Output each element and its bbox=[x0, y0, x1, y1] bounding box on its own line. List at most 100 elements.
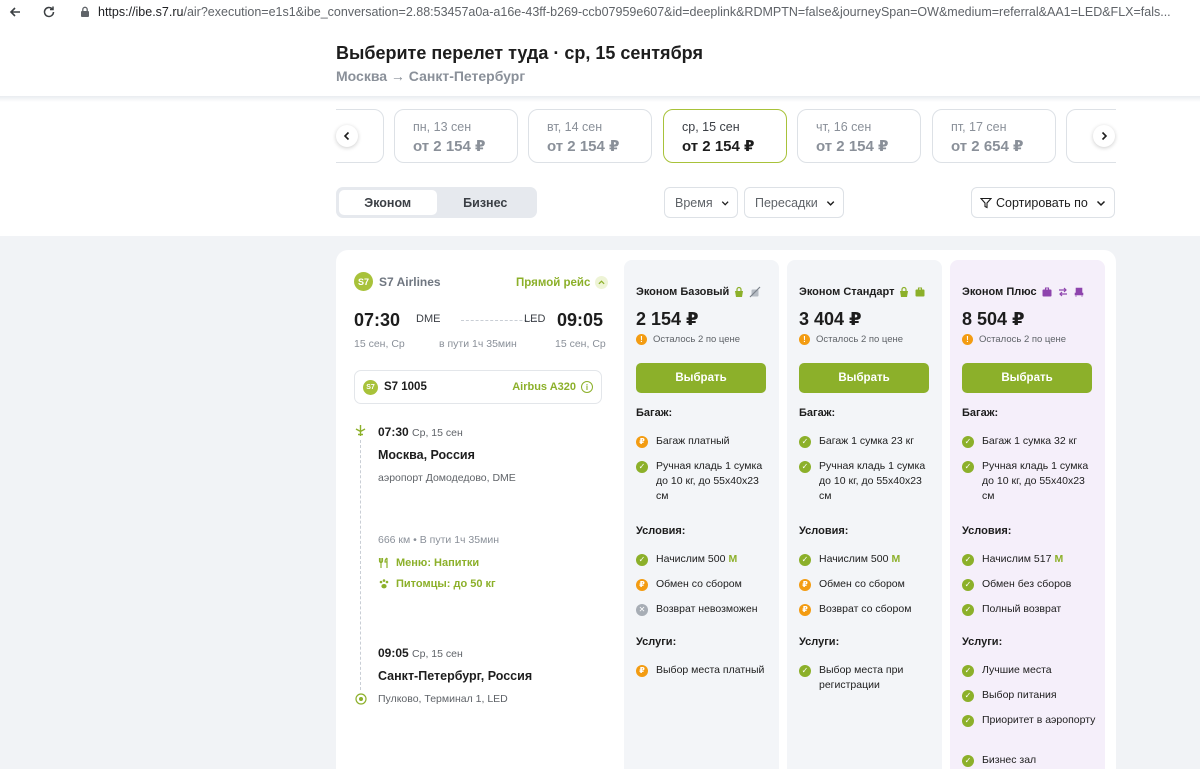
feature-label: Полный возврат bbox=[982, 603, 1062, 615]
transfers-filter-label: Пересадки bbox=[755, 195, 818, 210]
select-fare-button[interactable]: Выбрать bbox=[799, 363, 929, 393]
date-label: вт, 14 сен bbox=[547, 120, 603, 134]
services-title: Услуги: bbox=[962, 636, 1003, 648]
chevron-right-icon bbox=[1101, 131, 1108, 141]
aircraft-name: Airbus A320 bbox=[512, 381, 576, 393]
check-icon: ✓ bbox=[799, 553, 811, 566]
arrival-airport: Пулково, Терминал 1, LED bbox=[378, 693, 508, 705]
warning-icon: ! bbox=[799, 334, 810, 345]
seats-left-label: Осталось 2 по цене bbox=[979, 334, 1067, 345]
baggage-title: Багаж: bbox=[962, 407, 999, 419]
departure-time: 07:30 bbox=[354, 310, 401, 330]
timeline-departure: 07:30 Ср, 15 сен bbox=[378, 425, 463, 439]
feature-item: ✓ Выбор питания bbox=[962, 688, 1098, 703]
prev-dates-button[interactable] bbox=[336, 125, 358, 147]
feature-item: ✓ Багаж 1 сумка 23 кг bbox=[799, 434, 935, 449]
date-card-wed-15[interactable]: ср, 15 сен от 2 154 ₽ bbox=[663, 109, 787, 163]
feature-label: Начислим 517 bbox=[982, 553, 1052, 565]
flight-result-card: S7 S7 Airlines Прямой рейс 07:30 DME LED… bbox=[336, 250, 1116, 769]
header-divider bbox=[0, 96, 1200, 102]
url-path: /air?execution=e1s1&ibe_conversation=2.8… bbox=[183, 5, 1171, 19]
date-card-fri-17[interactable]: пт, 17 сен от 2 654 ₽ bbox=[932, 109, 1056, 163]
direct-flight-toggle[interactable]: Прямой рейс bbox=[516, 276, 609, 289]
destination-point-icon bbox=[355, 693, 367, 705]
chevron-down-icon bbox=[826, 200, 835, 206]
feature-item: ₽ Возврат со сбором bbox=[799, 602, 935, 617]
feature-label: Обмен без сборов bbox=[982, 578, 1072, 590]
sort-dropdown[interactable]: Сортировать по bbox=[971, 187, 1115, 218]
feature-label: Обмен со сбором bbox=[819, 578, 905, 590]
flight-times: 07:30 DME LED 09:05 bbox=[354, 310, 606, 330]
date-price: от 2 154 ₽ bbox=[413, 138, 486, 155]
feature-item: ✓ Начислим 500 M bbox=[799, 552, 935, 567]
feature-item: ₽ Обмен со сбором bbox=[799, 577, 935, 592]
feature-label: Начислим 500 bbox=[819, 553, 889, 565]
feature-label: Обмен со сбором bbox=[656, 578, 742, 590]
select-fare-button[interactable]: Выбрать bbox=[636, 363, 766, 393]
date-price: от 2 154 ₽ bbox=[816, 138, 889, 155]
check-icon: ✓ bbox=[799, 460, 811, 473]
fare-name: Эконом Плюс bbox=[962, 286, 1085, 298]
warning-icon: ! bbox=[962, 334, 973, 345]
check-icon: ✓ bbox=[962, 553, 974, 566]
feature-label: Возврат со сбором bbox=[819, 603, 912, 615]
suitcase-icon bbox=[1042, 287, 1052, 297]
address-bar[interactable]: https://ibe.s7.ru/air?execution=e1s1&ibe… bbox=[98, 5, 1188, 19]
fare-name: Эконом Стандарт bbox=[799, 286, 926, 298]
reload-icon[interactable] bbox=[38, 1, 60, 23]
info-icon[interactable]: i bbox=[581, 381, 593, 393]
arrival-city: Санкт-Петербург, Россия bbox=[378, 669, 533, 683]
no-baggage-icon bbox=[749, 286, 761, 298]
seat-icon bbox=[1074, 287, 1083, 297]
paw-icon bbox=[379, 579, 389, 589]
feature-label: Приоритет в аэропорту bbox=[982, 714, 1096, 726]
chevron-left-icon bbox=[343, 131, 350, 141]
transfers-filter-dropdown[interactable]: Пересадки bbox=[744, 187, 844, 218]
feature-label: Багаж 1 сумка 32 кг bbox=[982, 435, 1078, 447]
arrival-date: 15 сен, Ср bbox=[555, 338, 606, 350]
warning-icon: ! bbox=[636, 334, 647, 345]
date-card-mon-13[interactable]: пн, 13 сен от 2 154 ₽ bbox=[394, 109, 518, 163]
fare-economy-basic: Эконом Базовый 2 154 ₽ ! Осталось 2 по це… bbox=[624, 260, 779, 769]
aircraft-info[interactable]: Airbus A320 i bbox=[512, 381, 593, 393]
date-carousel: пн, 13 сен от 2 154 ₽ вт, 14 сен от 2 15… bbox=[336, 107, 1116, 165]
date-card-tue-14[interactable]: вт, 14 сен от 2 154 ₽ bbox=[528, 109, 652, 163]
menu-info: Меню: Напитки bbox=[378, 557, 479, 569]
tab-economy[interactable]: Эконом bbox=[339, 190, 437, 215]
time-filter-dropdown[interactable]: Время bbox=[664, 187, 738, 218]
chevron-down-icon bbox=[721, 200, 729, 206]
select-fare-button[interactable]: Выбрать bbox=[962, 363, 1092, 393]
check-icon: ✓ bbox=[962, 435, 974, 448]
lock-icon[interactable] bbox=[78, 5, 92, 19]
seats-left-label: Осталось 2 по цене bbox=[816, 334, 904, 345]
fare-price: 8 504 ₽ bbox=[962, 309, 1025, 329]
tab-business[interactable]: Бизнес bbox=[437, 190, 535, 215]
check-icon: ✓ bbox=[962, 460, 974, 473]
conditions-title: Условия: bbox=[636, 525, 686, 537]
cross-icon: ✕ bbox=[636, 603, 648, 616]
fork-knife-icon bbox=[378, 557, 388, 568]
page-title: Выберите перелет туда · ср, 15 сентября bbox=[336, 43, 703, 63]
feature-item: ✓ Ручная кладь 1 сумка до 10 кг, до 55x40… bbox=[636, 459, 772, 504]
next-dates-button[interactable] bbox=[1093, 125, 1115, 147]
sort-label: Сортировать по bbox=[996, 195, 1088, 210]
check-icon: ✓ bbox=[799, 435, 811, 448]
check-icon: ✓ bbox=[962, 714, 974, 727]
paid-icon: ₽ bbox=[636, 578, 648, 591]
departure-airport: аэропорт Домодедово, DME bbox=[378, 472, 516, 484]
back-icon[interactable] bbox=[4, 1, 26, 23]
feature-item: ✓ Приоритет в аэропорту bbox=[962, 713, 1098, 728]
seats-left: ! Осталось 2 по цене bbox=[636, 334, 740, 345]
feature-item: ✓ Обмен без сборов bbox=[962, 577, 1098, 592]
conditions-title: Условия: bbox=[962, 525, 1012, 537]
date-card-thu-16[interactable]: чт, 16 сен от 2 154 ₽ bbox=[797, 109, 921, 163]
url-host: https://ibe.s7.ru bbox=[98, 5, 184, 19]
feature-label: Ручная кладь 1 сумка до 10 кг, до 55x40x… bbox=[656, 460, 763, 502]
timeline-arrival-day: Ср, 15 сен bbox=[412, 648, 463, 660]
chevron-down-icon bbox=[1096, 200, 1106, 206]
feature-label: Выбор места при регистрации bbox=[819, 664, 904, 691]
airline-row: S7 S7 Airlines bbox=[354, 272, 441, 291]
feature-label: Ручная кладь 1 сумка до 10 кг, до 55x40x… bbox=[819, 460, 926, 502]
services-title: Услуги: bbox=[636, 636, 677, 648]
feature-label: Лучшие места bbox=[982, 664, 1052, 676]
